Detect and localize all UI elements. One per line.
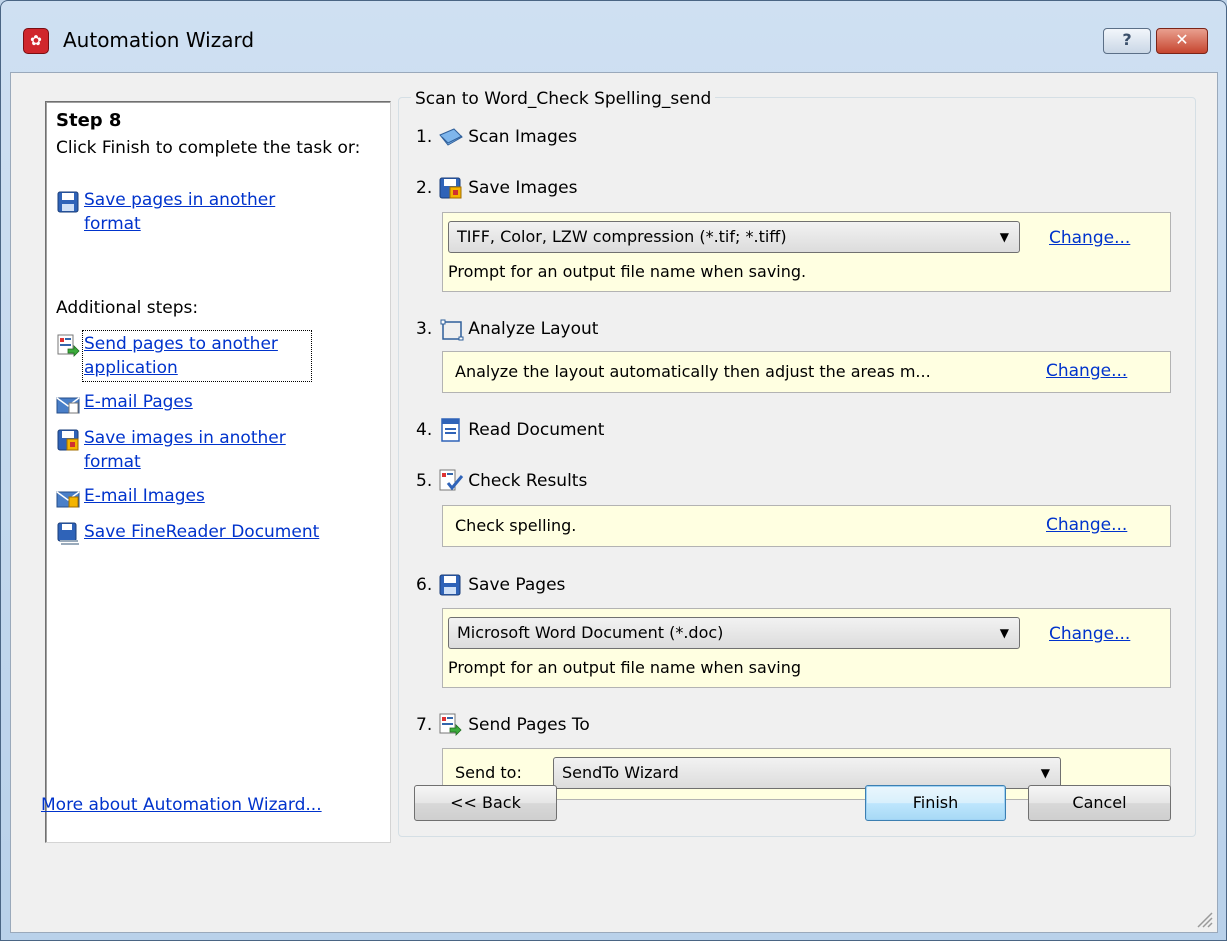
step-3-row: 3. Analyze Layout (416, 317, 598, 341)
save-pages-icon (439, 574, 461, 596)
send-pages-icon (57, 334, 80, 357)
image-format-value: TIFF, Color, LZW compression (*.tif; *.t… (457, 227, 787, 246)
save-pages-icon (57, 191, 79, 213)
step-4-row: 4. Read Document (416, 418, 604, 442)
step-6-row: 6. Save Pages (416, 573, 565, 597)
step-label: Scan Images (468, 127, 578, 147)
step-5-row: 5. Check Results (416, 469, 587, 493)
step-number: 7. (416, 715, 433, 735)
step-number: 1. (416, 127, 433, 147)
window-title: Automation Wizard (63, 28, 255, 52)
send-to-label: Send to: (455, 763, 522, 782)
task-name: Scan to Word_Check Spelling_send (411, 89, 716, 109)
save-pages-format-link-item[interactable]: Save pages in another format (56, 188, 314, 236)
step-title: Step 8 (56, 110, 122, 131)
step-number: 6. (416, 575, 433, 595)
change-analyze-layout-link[interactable]: Change... (1046, 361, 1127, 381)
step-number: 4. (416, 420, 433, 440)
image-format-combo[interactable]: TIFF, Color, LZW compression (*.tif; *.t… (448, 221, 1020, 253)
help-button[interactable]: ? (1103, 28, 1151, 54)
step-1-row: 1. Scan Images (416, 125, 577, 149)
save-document-link[interactable]: Save FineReader Document (84, 520, 319, 544)
email-pages-link-item[interactable]: E-mail Pages (56, 390, 193, 416)
change-save-pages-link[interactable]: Change... (1049, 624, 1130, 644)
email-pages-icon (56, 397, 80, 414)
step-description: Click Finish to complete the task or: (56, 138, 361, 158)
step-label: Send Pages To (468, 715, 590, 735)
title-bar[interactable]: ✿ Automation Wizard ? ✕ (1, 1, 1226, 73)
dialog-client-area: Step 8 Click Finish to complete the task… (10, 72, 1218, 933)
save-document-link-item[interactable]: Save FineReader Document (56, 520, 319, 546)
save-images-options: TIFF, Color, LZW compression (*.tif; *.t… (442, 212, 1171, 292)
resize-grip-icon[interactable] (1194, 909, 1214, 929)
scanner-icon (439, 128, 464, 146)
step-number: 2. (416, 178, 433, 198)
step-label: Check Results (468, 471, 588, 491)
save-pages-note: Prompt for an output file name when savi… (448, 658, 802, 677)
email-pages-link[interactable]: E-mail Pages (84, 390, 193, 414)
save-document-icon (57, 522, 79, 545)
chevron-down-icon: ▼ (999, 230, 1009, 244)
check-results-icon (439, 469, 464, 491)
save-images-note: Prompt for an output file name when savi… (448, 262, 807, 281)
cancel-button[interactable]: Cancel (1028, 785, 1171, 821)
automation-wizard-window: ✿ Automation Wizard ? ✕ Step 8 Click Fin… (0, 0, 1227, 941)
step-label: Save Images (468, 178, 578, 198)
change-save-images-link[interactable]: Change... (1049, 228, 1130, 248)
document-format-combo[interactable]: Microsoft Word Document (*.doc) ▼ (448, 617, 1020, 649)
check-results-note: Check spelling. (455, 516, 577, 535)
analyze-layout-note: Analyze the layout automatically then ad… (455, 362, 931, 381)
more-about-link[interactable]: More about Automation Wizard... (41, 795, 322, 815)
email-images-link[interactable]: E-mail Images (84, 484, 205, 508)
check-results-options: Check spelling. Change... (442, 505, 1171, 547)
email-images-icon (56, 491, 80, 508)
save-images-icon (439, 177, 462, 199)
finish-button[interactable]: Finish (865, 785, 1006, 821)
chevron-down-icon: ▼ (1040, 766, 1050, 780)
save-images-link-item[interactable]: Save images in another format (56, 426, 314, 474)
change-check-results-link[interactable]: Change... (1046, 515, 1127, 535)
save-images-icon (57, 429, 79, 451)
read-document-icon (441, 418, 460, 442)
step-number: 3. (416, 319, 433, 339)
layout-icon (440, 319, 464, 341)
analyze-layout-options: Analyze the layout automatically then ad… (442, 351, 1171, 393)
send-to-value: SendTo Wizard (562, 763, 679, 782)
step-2-row: 2. Save Images (416, 176, 577, 200)
step-7-row: 7. Send Pages To (416, 713, 590, 737)
save-images-link[interactable]: Save images in another format (84, 426, 314, 474)
back-button[interactable]: << Back (414, 785, 557, 821)
step-label: Save Pages (468, 575, 566, 595)
close-button[interactable]: ✕ (1156, 28, 1208, 54)
finereader-app-icon: ✿ (23, 28, 49, 54)
send-pages-link[interactable]: Send pages to another application (82, 330, 312, 382)
additional-steps-label: Additional steps: (56, 298, 199, 318)
step-panel: Step 8 Click Finish to complete the task… (45, 101, 391, 843)
email-images-link-item[interactable]: E-mail Images (56, 484, 205, 510)
send-pages-icon (439, 713, 462, 736)
step-label: Analyze Layout (468, 319, 599, 339)
save-pages-format-link[interactable]: Save pages in another format (84, 188, 314, 236)
save-pages-options: Microsoft Word Document (*.doc) ▼ Change… (442, 608, 1171, 688)
document-format-value: Microsoft Word Document (*.doc) (457, 623, 724, 642)
step-number: 5. (416, 471, 433, 491)
chevron-down-icon: ▼ (999, 626, 1009, 640)
send-pages-link-item[interactable]: Send pages to another application (56, 330, 312, 382)
step-label: Read Document (468, 420, 605, 440)
